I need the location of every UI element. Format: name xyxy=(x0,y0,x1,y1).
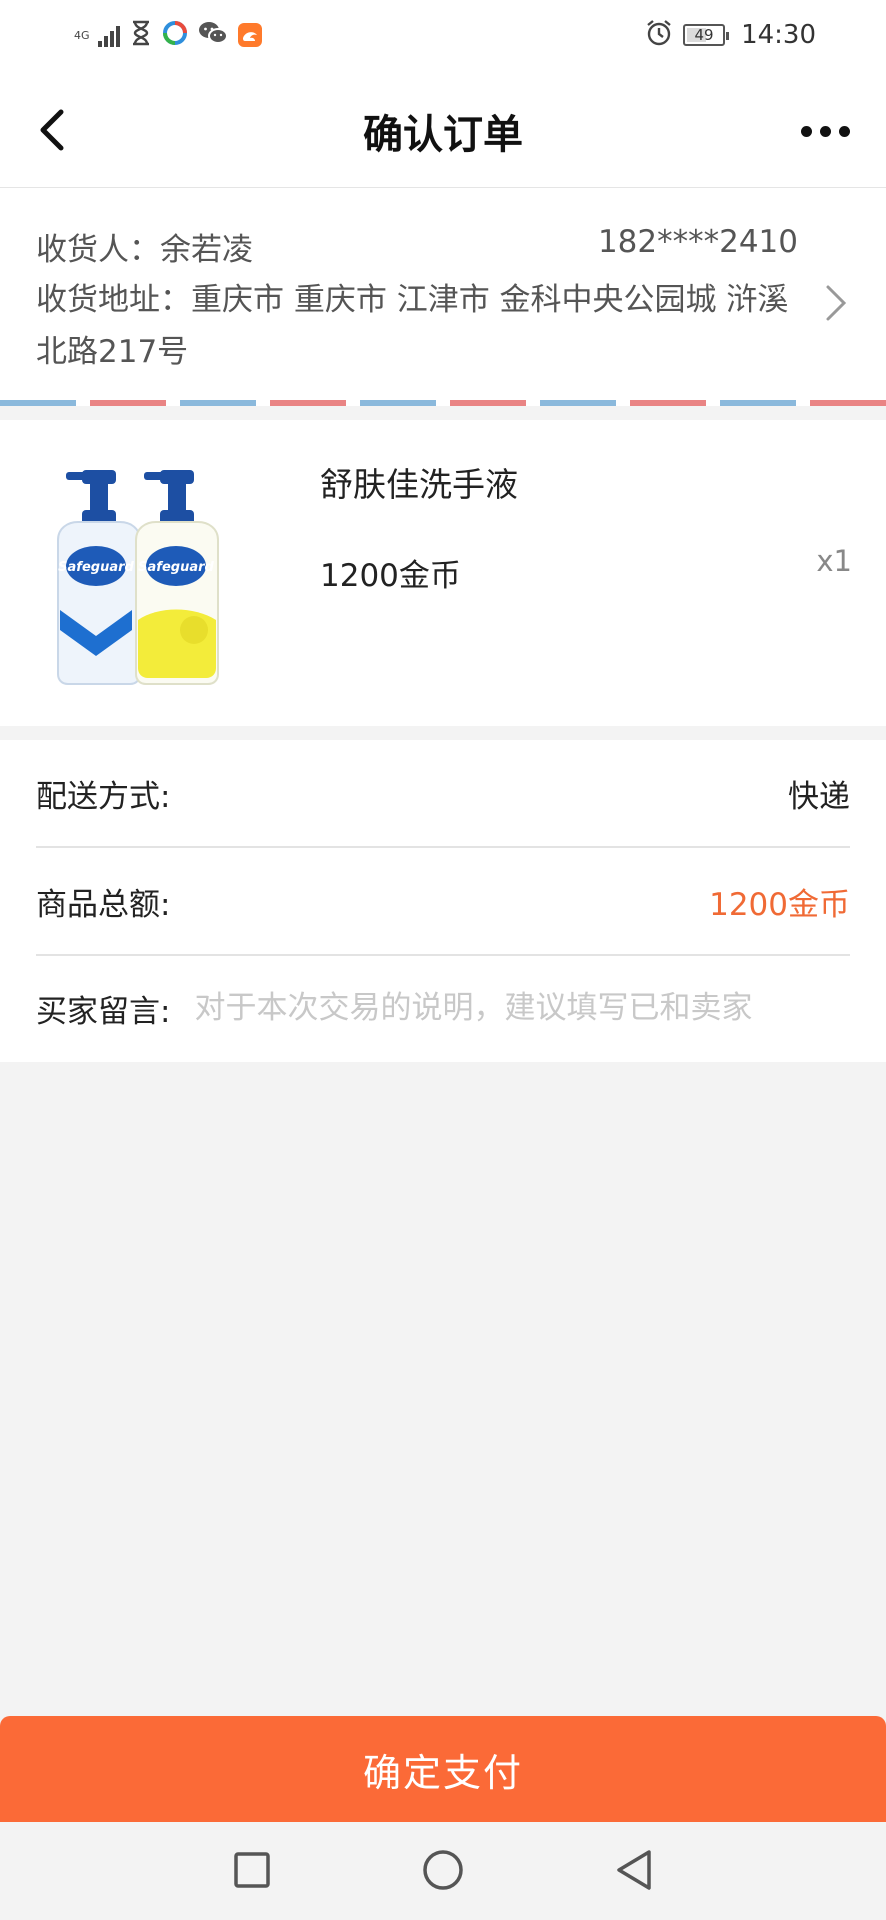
alarm-icon xyxy=(645,19,673,51)
address-label: 收货地址： xyxy=(36,282,191,318)
uc-browser-icon xyxy=(238,23,262,47)
news-app-icon xyxy=(162,20,188,50)
total-value: 1200金币 xyxy=(709,886,850,923)
page-title: 确认订单 xyxy=(363,112,523,158)
confirm-pay-button[interactable]: 确定支付 xyxy=(0,1716,886,1822)
address-line: 收货地址：重庆市 重庆市 江津市 金科中央公园城 浒溪北路217号 xyxy=(36,274,796,378)
address-card[interactable]: 收货人：余若凌 182****2410 收货地址：重庆市 重庆市 江津市 金科中… xyxy=(0,188,886,406)
svg-text:Safeguard: Safeguard xyxy=(58,560,134,575)
status-left: 4G xyxy=(74,18,262,52)
shipping-value: 快递 xyxy=(788,778,850,815)
product-quantity: x1 xyxy=(816,544,852,578)
recipient-label: 收货人： xyxy=(36,232,160,268)
message-row: 买家留言: xyxy=(36,954,850,1062)
total-row: 商品总额: 1200金币 xyxy=(36,848,850,956)
status-bar: 4G 49 14:30 xyxy=(0,0,886,70)
order-info: 配送方式: 快递 商品总额: 1200金币 买家留言: xyxy=(0,740,886,1062)
battery-level: 49 xyxy=(694,26,714,44)
airmail-border xyxy=(0,400,886,406)
back-icon[interactable] xyxy=(604,1840,664,1900)
message-label: 买家留言: xyxy=(36,993,171,1030)
product-name: 舒肤佳洗手液 xyxy=(320,465,518,504)
home-icon[interactable] xyxy=(413,1840,473,1900)
shipping-label: 配送方式: xyxy=(36,778,171,815)
chevron-right-icon[interactable] xyxy=(816,278,856,328)
more-button[interactable] xyxy=(790,106,860,156)
product-price: 1200金币 xyxy=(320,558,461,594)
network-type-label: 4G xyxy=(74,28,90,42)
more-icon-dot xyxy=(838,125,850,137)
buyer-message-input[interactable] xyxy=(194,990,850,1026)
recipient-line: 收货人：余若凌 xyxy=(36,224,253,269)
status-right: 49 14:30 xyxy=(645,18,816,52)
more-icon-dot xyxy=(819,125,831,137)
nav-bar: 确认订单 xyxy=(0,70,886,188)
system-nav-bar xyxy=(0,1822,886,1920)
battery-icon: 49 xyxy=(683,24,730,46)
product-image: Safeguard Safeguard xyxy=(52,470,248,686)
total-label: 商品总额: xyxy=(36,886,171,923)
svg-text:Safeguard: Safeguard xyxy=(138,560,214,575)
recipient-phone: 182****2410 xyxy=(597,224,798,260)
product-card[interactable]: Safeguard Safeguard 舒肤佳洗手液 1200金币 x1 xyxy=(0,420,886,726)
wechat-icon xyxy=(198,20,228,50)
hourglass-icon xyxy=(130,20,152,50)
shipping-row[interactable]: 配送方式: 快递 xyxy=(36,740,850,848)
recipient-name: 余若凌 xyxy=(160,232,253,268)
status-time: 14:30 xyxy=(741,20,816,50)
recent-apps-icon[interactable] xyxy=(222,1840,282,1900)
signal-icon xyxy=(98,23,120,47)
more-icon-dot xyxy=(800,125,812,137)
